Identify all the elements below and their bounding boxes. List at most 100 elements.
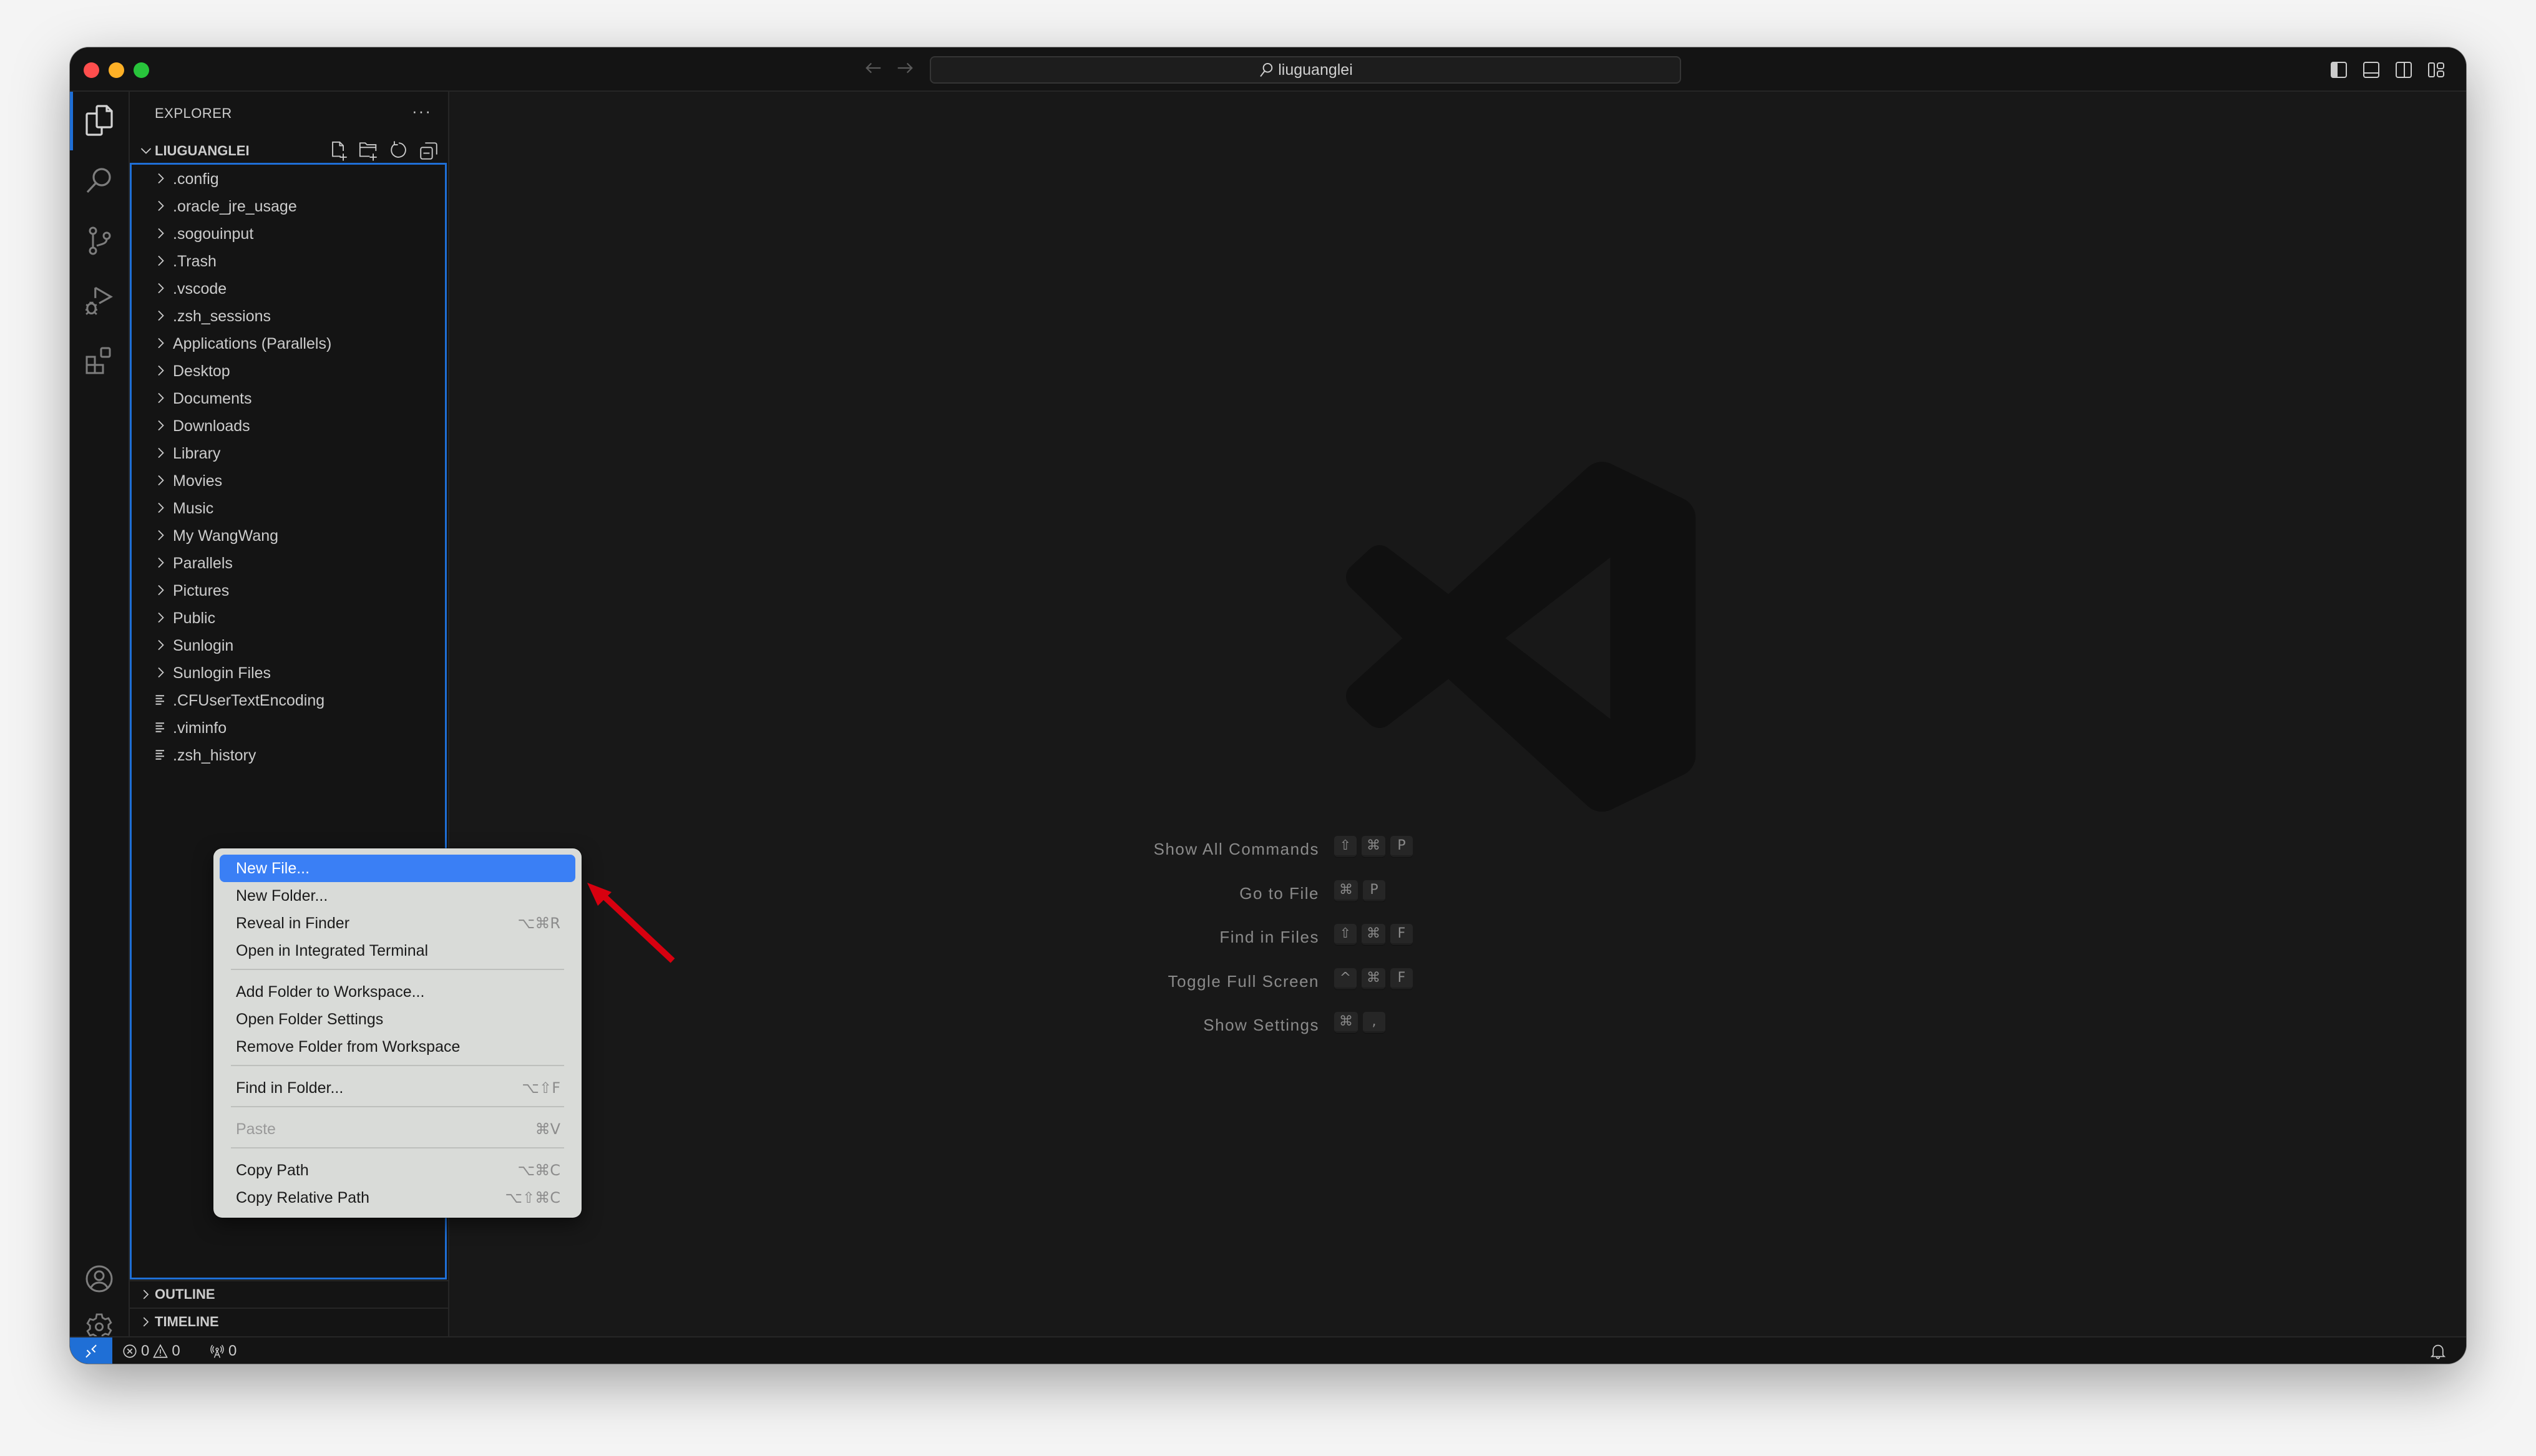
activity-search[interactable]: [70, 152, 129, 210]
arrow-right-icon[interactable]: [894, 59, 916, 81]
ports-indicator[interactable]: 0: [210, 1342, 237, 1360]
menu-item-remove-folder-from-workspace[interactable]: Remove Folder from Workspace: [220, 1033, 575, 1060]
tree-folder-item[interactable]: Public: [132, 604, 445, 631]
tree-item-label: .zsh_sessions: [173, 308, 271, 325]
menu-item-reveal-in-finder[interactable]: Reveal in Finder ⌥⌘R: [220, 910, 575, 937]
menu-item-new-folder[interactable]: New Folder...: [220, 882, 575, 910]
keycap: P: [1390, 836, 1413, 857]
keycap: ⌘: [1362, 836, 1385, 857]
tree-folder-item[interactable]: Pictures: [132, 576, 445, 604]
toggle-secondary-sidebar-icon[interactable]: [2395, 61, 2412, 79]
ports-count: 0: [228, 1342, 237, 1359]
tree-item-label: Documents: [173, 390, 252, 407]
collapse-all-icon[interactable]: [418, 140, 439, 162]
shortcut-hint[interactable]: Show Settings ⌘,: [449, 1012, 2466, 1037]
menu-item-label: New File...: [236, 860, 310, 877]
menu-item-copy-path[interactable]: Copy Path ⌥⌘C: [220, 1157, 575, 1184]
activity-source-control[interactable]: [70, 211, 129, 270]
error-count: 0: [141, 1342, 150, 1359]
outline-section-header[interactable]: OUTLINE: [130, 1280, 448, 1308]
more-actions-button[interactable]: ···: [412, 102, 432, 121]
toggle-primary-sidebar-icon[interactable]: [2330, 61, 2348, 79]
tree-folder-item[interactable]: My WangWang: [132, 522, 445, 549]
activity-run-debug[interactable]: [70, 271, 129, 330]
shortcut-label: Show All Commands: [1153, 840, 1319, 858]
tree-folder-item[interactable]: Downloads: [132, 412, 445, 439]
menu-item-label: Add Folder to Workspace...: [236, 983, 425, 1001]
tree-folder-item[interactable]: .vscode: [132, 274, 445, 302]
tree-folder-item[interactable]: Sunlogin: [132, 631, 445, 659]
tree-folder-item[interactable]: .config: [132, 165, 445, 192]
new-folder-icon[interactable]: [358, 140, 379, 162]
tree-folder-item[interactable]: Library: [132, 439, 445, 467]
shortcut-hint[interactable]: Go to File ⌘ P: [449, 880, 2466, 905]
tree-item-label: Sunlogin: [173, 637, 234, 654]
text-file-icon: [155, 695, 164, 705]
menu-item-find-in-folder[interactable]: Find in Folder... ⌥⇧F: [220, 1074, 575, 1102]
menu-item-new-file[interactable]: New File...: [220, 855, 575, 882]
activity-explorer[interactable]: [70, 92, 129, 150]
arrow-left-icon[interactable]: [862, 59, 885, 81]
tree-folder-item[interactable]: .zsh_sessions: [132, 302, 445, 329]
tree-item-label: .oracle_jre_usage: [173, 198, 297, 215]
shortcut-keys: ⌘ P: [1334, 880, 1385, 901]
warning-count: 0: [172, 1342, 180, 1359]
tree-folder-item[interactable]: Sunlogin Files: [132, 659, 445, 686]
customize-layout-icon[interactable]: [2427, 61, 2445, 79]
menu-item-open-in-integrated-terminal[interactable]: Open in Integrated Terminal: [220, 937, 575, 964]
explorer-context-menu: New File... New Folder... Reveal in Finder…: [213, 848, 582, 1218]
menu-item-copy-relative-path[interactable]: Copy Relative Path ⌥⇧⌘C: [220, 1184, 575, 1211]
keycap: F: [1390, 968, 1413, 989]
remote-icon: [85, 1344, 97, 1358]
tree-folder-item[interactable]: Desktop: [132, 357, 445, 384]
tree-folder-item[interactable]: .sogouinput: [132, 220, 445, 247]
menu-item-shortcut: ⌥⌘R: [517, 915, 560, 932]
menu-item-add-folder-to-workspace[interactable]: Add Folder to Workspace...: [220, 978, 575, 1006]
timeline-section-header[interactable]: TIMELINE: [130, 1308, 448, 1335]
chevron-right-icon: [158, 200, 164, 211]
activity-extensions[interactable]: [70, 331, 129, 390]
tree-folder-item[interactable]: .oracle_jre_usage: [132, 192, 445, 220]
refresh-icon[interactable]: [388, 140, 409, 162]
menu-separator: [231, 969, 564, 970]
new-file-icon[interactable]: [328, 140, 349, 162]
chevron-right-icon: [158, 310, 164, 321]
tree-file-item[interactable]: .zsh_history: [132, 741, 445, 769]
chevron-right-icon: [158, 585, 164, 596]
toggle-panel-icon[interactable]: [2363, 61, 2380, 79]
tree-item-label: Applications (Parallels): [173, 335, 332, 352]
folder-section-header[interactable]: LIUGUANGLEI: [130, 138, 448, 164]
close-window-button[interactable]: [84, 62, 99, 78]
tree-folder-item[interactable]: Music: [132, 494, 445, 522]
menu-item-open-folder-settings[interactable]: Open Folder Settings: [220, 1006, 575, 1033]
menu-item-label: Remove Folder from Workspace: [236, 1038, 461, 1056]
keycap: ⇧: [1334, 836, 1357, 857]
tree-folder-item[interactable]: Applications (Parallels): [132, 329, 445, 357]
tree-file-item[interactable]: .viminfo: [132, 714, 445, 741]
notifications-button[interactable]: [2430, 1342, 2446, 1363]
menu-separator: [231, 1065, 564, 1066]
shortcut-hint[interactable]: Toggle Full Screen ^ ⌘ F: [449, 968, 2466, 993]
tree-folder-item[interactable]: Documents: [132, 384, 445, 412]
outline-label: OUTLINE: [155, 1286, 215, 1302]
remote-indicator-button[interactable]: [70, 1337, 112, 1364]
shortcut-hint[interactable]: Show All Commands ⇧ ⌘ P: [449, 836, 2466, 861]
command-center-search[interactable]: liuguanglei: [930, 56, 1681, 84]
editor-area: Show All Commands ⇧ ⌘ P Go to File ⌘ P Find in …: [449, 92, 2466, 1336]
tree-file-item[interactable]: .CFUserTextEncoding: [132, 686, 445, 714]
tree-item-label: My WangWang: [173, 527, 279, 545]
maximize-window-button[interactable]: [134, 62, 149, 78]
chevron-right-icon: [158, 447, 164, 459]
tree-folder-item[interactable]: Parallels: [132, 549, 445, 576]
tree-folder-item[interactable]: Movies: [132, 467, 445, 494]
chevron-right-icon: [158, 639, 164, 651]
tree-item-label: .zsh_history: [173, 747, 256, 764]
broadcast-icon: [210, 1344, 224, 1358]
problems-indicator[interactable]: 0 0: [122, 1342, 180, 1360]
tree-folder-item[interactable]: .Trash: [132, 247, 445, 274]
minimize-window-button[interactable]: [109, 62, 124, 78]
tree-item-label: .Trash: [173, 253, 217, 270]
tree-item-label: Pictures: [173, 582, 230, 599]
shortcut-hint[interactable]: Find in Files ⇧ ⌘ F: [449, 924, 2466, 949]
activity-accounts[interactable]: [70, 1250, 129, 1308]
